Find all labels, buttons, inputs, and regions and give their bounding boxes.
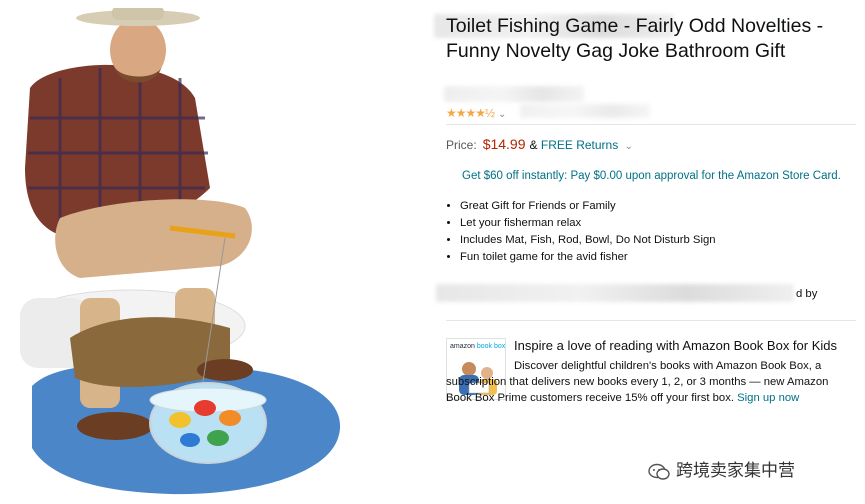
redacted-sold-by <box>436 284 794 302</box>
chevron-down-icon[interactable]: ⌄ <box>625 141 633 152</box>
sold-by-text: d by <box>796 288 818 300</box>
free-returns-link[interactable]: FREE Returns <box>541 138 618 152</box>
watermark: 跨境卖家集中营 <box>648 456 795 481</box>
star-rating[interactable]: ★★★★½ ⌄ <box>446 106 506 120</box>
book-box-description: Discover delightful children's books wit… <box>446 360 829 404</box>
redacted-review-count-2 <box>520 104 650 118</box>
bullet-item: Great Gift for Friends or Family <box>460 198 716 215</box>
redacted-review-count <box>444 86 584 102</box>
product-title: Toilet Fishing Game - Fairly Odd Novelti… <box>446 15 824 62</box>
sign-up-link[interactable]: Sign up now <box>737 392 799 404</box>
bullet-item: Includes Mat, Fish, Rod, Bowl, Do Not Di… <box>460 232 716 249</box>
bullet-item: Let your fisherman relax <box>460 215 716 232</box>
store-card-promo-link[interactable]: Get $60 off instantly: Pay $0.00 upon ap… <box>462 170 841 182</box>
price-row: Price: $14.99 & FREE Returns ⌄ <box>446 136 633 152</box>
chevron-down-icon[interactable]: ⌄ <box>498 109 506 120</box>
ampersand: & <box>529 138 538 152</box>
divider <box>446 124 856 125</box>
feature-bullets: Great Gift for Friends or Family Let you… <box>446 198 716 266</box>
watermark-text: 跨境卖家集中营 <box>676 461 795 480</box>
book-box-heading: Inspire a love of reading with Amazon Bo… <box>514 338 838 353</box>
star-icon: ★★★★½ <box>446 106 495 120</box>
wechat-icon <box>648 463 670 480</box>
bullet-item: Fun toilet game for the avid fisher <box>460 249 716 266</box>
price-label: Price: <box>446 138 477 152</box>
price-value: $14.99 <box>482 136 526 152</box>
divider <box>446 320 856 321</box>
product-image <box>20 8 341 495</box>
